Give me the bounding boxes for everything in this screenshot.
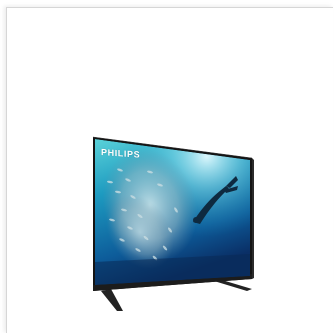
tv-icon	[92, 136, 254, 311]
stand-foot-right	[214, 280, 252, 291]
stand-foot-left	[101, 289, 123, 311]
tv-side	[252, 158, 254, 279]
